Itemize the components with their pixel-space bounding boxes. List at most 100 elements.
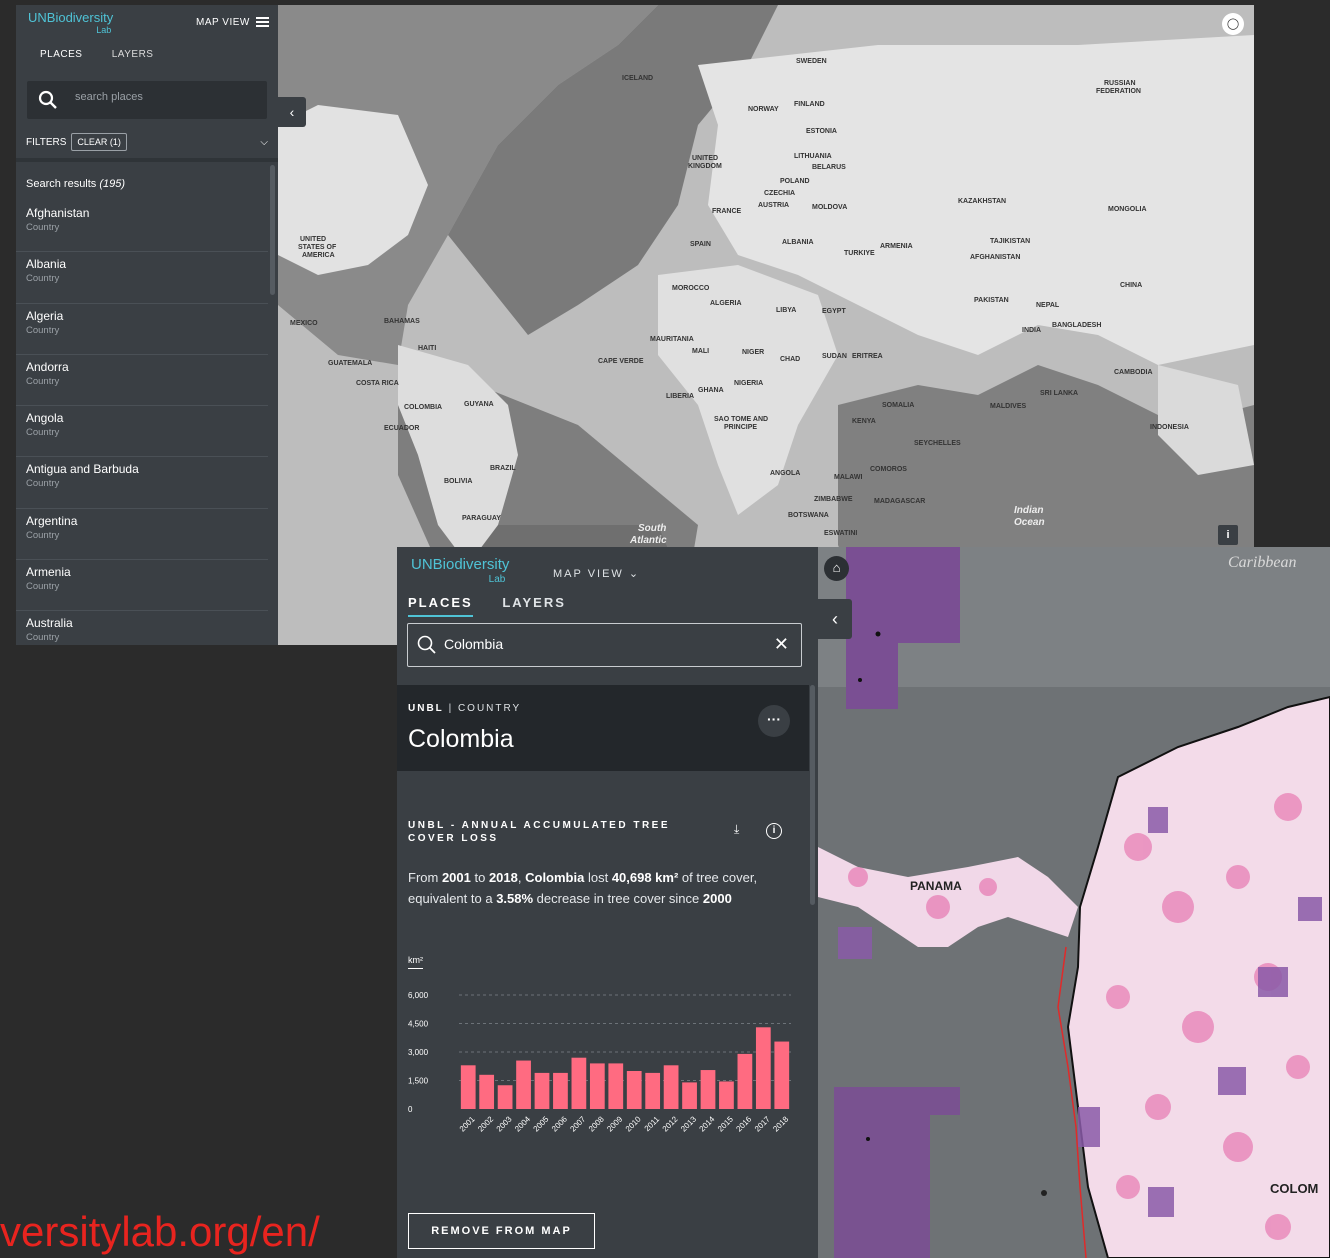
desc-start-year: 2001	[441, 870, 471, 885]
svg-text:NIGERIA: NIGERIA	[734, 380, 763, 387]
chart-bar[interactable]	[774, 1041, 790, 1109]
result-name: Armenia	[26, 565, 71, 580]
svg-text:MOLDOVA: MOLDOVA	[812, 204, 847, 211]
chart-bar[interactable]	[571, 1057, 587, 1109]
svg-text:BAHAMAS: BAHAMAS	[384, 318, 420, 325]
svg-text:AUSTRIA: AUSTRIA	[758, 202, 789, 209]
chevron-down-icon[interactable]: ⌵	[260, 137, 268, 148]
chart-bar[interactable]	[719, 1081, 734, 1109]
list-item[interactable]: Australia Country	[16, 611, 268, 645]
tab-places[interactable]: PLACES	[40, 49, 82, 60]
chart-bar[interactable]	[626, 1071, 642, 1109]
x-tick-label: 2007	[568, 1114, 587, 1133]
list-item[interactable]: Angola Country	[16, 406, 268, 458]
chart-bar[interactable]	[460, 1065, 476, 1109]
svg-text:RUSSIAN: RUSSIAN	[1104, 80, 1136, 87]
chart-bar[interactable]	[755, 1027, 771, 1109]
clear-filters-button[interactable]: CLEAR (1)	[71, 133, 127, 151]
svg-text:SRI LANKA: SRI LANKA	[1040, 390, 1078, 397]
list-item[interactable]: Antigua and Barbuda Country	[16, 457, 268, 509]
svg-text:FINLAND: FINLAND	[794, 101, 825, 108]
svg-text:SOMALIA: SOMALIA	[882, 402, 914, 409]
x-tick-label: 2013	[679, 1114, 698, 1133]
svg-text:BANGLADESH: BANGLADESH	[1052, 322, 1101, 329]
unbl-logo[interactable]: UNBiodiversity Lab	[411, 557, 509, 587]
x-tick-label: 2009	[605, 1114, 624, 1133]
x-tick-label: 2011	[643, 1114, 662, 1133]
y-tick-label: 3,000	[408, 1048, 429, 1057]
list-item[interactable]: Algeria Country	[16, 304, 268, 355]
result-name: Angola	[26, 411, 64, 426]
svg-text:CHAD: CHAD	[780, 356, 800, 363]
x-tick-label: 2017	[753, 1114, 772, 1133]
search-input[interactable]	[75, 91, 255, 103]
panel-tabs: PLACES LAYERS	[408, 595, 590, 617]
desc-country: Colombia	[525, 870, 585, 885]
chart-bar[interactable]	[645, 1072, 661, 1109]
user-icon[interactable]: ◯	[1222, 13, 1244, 35]
tab-layers[interactable]: LAYERS	[112, 49, 154, 60]
svg-text:SUDAN: SUDAN	[822, 353, 847, 360]
place-type: | COUNTRY	[448, 703, 522, 714]
results-scrollbar[interactable]	[270, 165, 275, 295]
chart-bar[interactable]	[682, 1082, 697, 1109]
desc-base-year: 2000	[702, 891, 732, 906]
chart-bar[interactable]	[589, 1063, 605, 1109]
remove-from-map-button[interactable]: REMOVE FROM MAP	[408, 1213, 595, 1249]
svg-text:UNITED: UNITED	[300, 236, 326, 243]
more-options-button[interactable]: ···	[758, 705, 790, 737]
map-view-dropdown[interactable]: MAP VIEW ⌄	[553, 567, 640, 580]
svg-text:GHANA: GHANA	[698, 387, 724, 394]
svg-text:COSTA RICA: COSTA RICA	[356, 380, 399, 387]
x-tick-label: 2004	[513, 1114, 532, 1133]
svg-text:GUYANA: GUYANA	[464, 401, 494, 408]
list-item[interactable]: Andorra Country	[16, 355, 268, 407]
svg-text:COLOMBIA: COLOMBIA	[404, 404, 442, 411]
y-tick-label: 4,500	[408, 1020, 429, 1029]
hamburger-menu-icon[interactable]	[256, 17, 269, 29]
list-item[interactable]: Armenia Country	[16, 560, 268, 612]
list-item[interactable]: Afghanistan Country	[16, 201, 268, 253]
home-icon[interactable]: ⌂	[824, 556, 849, 581]
svg-text:ERITREA: ERITREA	[852, 353, 883, 360]
list-item[interactable]: Argentina Country	[16, 509, 268, 561]
desc-text: to	[470, 870, 489, 885]
svg-text:UNITED: UNITED	[692, 155, 718, 162]
x-tick-label: 2015	[716, 1114, 735, 1133]
tree-cover-loss-chart: 01,5003,0004,5006,0002001 2002 2003 2004 200…	[408, 991, 791, 1134]
tab-layers[interactable]: LAYERS	[502, 595, 566, 615]
x-tick-label: 2014	[698, 1114, 717, 1133]
svg-text:BRAZIL: BRAZIL	[490, 465, 516, 472]
result-name: Albania	[26, 257, 67, 272]
svg-text:AFGHANISTAN: AFGHANISTAN	[970, 254, 1020, 261]
chart-bar[interactable]	[516, 1060, 531, 1109]
search-input[interactable]	[444, 636, 764, 652]
clear-search-icon[interactable]: ✕	[774, 634, 789, 655]
chart-bar[interactable]	[479, 1074, 495, 1109]
svg-text:MADAGASCAR: MADAGASCAR	[874, 498, 925, 505]
download-icon[interactable]: ⤓	[734, 822, 739, 837]
chart-bar[interactable]	[497, 1085, 513, 1109]
panel-scrollbar[interactable]	[810, 685, 815, 905]
tab-places[interactable]: PLACES	[408, 595, 473, 617]
collapse-panel-button[interactable]: ‹	[818, 599, 852, 639]
info-icon[interactable]: i	[1218, 525, 1238, 545]
collapse-sidebar-button[interactable]: ‹	[278, 97, 306, 127]
svg-text:CAPE VERDE: CAPE VERDE	[598, 358, 644, 365]
chart-bar[interactable]	[663, 1065, 679, 1109]
chart-bar[interactable]	[608, 1063, 624, 1109]
list-item[interactable]: Albania Country	[16, 252, 268, 304]
chart-bar[interactable]	[737, 1053, 753, 1109]
chart-bar[interactable]	[553, 1072, 568, 1109]
logo-lab: Lab	[96, 25, 112, 35]
unbl-logo[interactable]: UNBiodiversity Lab	[28, 11, 113, 37]
x-tick-label: 2005	[532, 1114, 551, 1133]
map-view-label: MAP VIEW	[196, 17, 250, 28]
chart-bar[interactable]	[700, 1070, 716, 1109]
info-icon[interactable]: i	[766, 823, 782, 839]
svg-text:LIBERIA: LIBERIA	[666, 393, 694, 400]
chart-bar[interactable]	[534, 1072, 550, 1109]
colombia-map[interactable]: Caribbean PANAMA COLOM	[818, 547, 1330, 1258]
chevron-down-icon: ⌄	[628, 568, 641, 580]
result-type: Country	[26, 529, 60, 541]
